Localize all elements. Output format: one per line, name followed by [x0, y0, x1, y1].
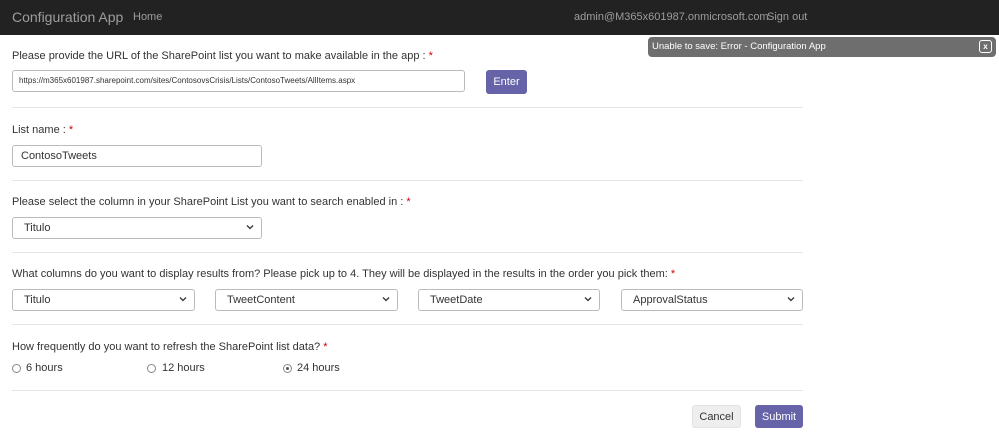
cancel-button[interactable]: Cancel	[692, 405, 741, 428]
search-column-select[interactable]: Titulo	[12, 217, 262, 239]
radio-label-6-hours[interactable]: 6 hours	[26, 362, 63, 374]
display-column-select-4[interactable]: ApprovalStatus	[621, 289, 803, 311]
url-input[interactable]: https://m365x601987.sharepoint.com/sites…	[12, 70, 465, 92]
error-toast: Unable to save: Error - Configuration Ap…	[648, 37, 996, 57]
nav-home-link[interactable]: Home	[133, 11, 162, 23]
nav-user-link[interactable]: admin@M365x601987.onmicrosoft.com	[574, 11, 769, 23]
divider	[12, 107, 803, 108]
list-name-label: List name : *	[12, 124, 74, 136]
chevron-down-icon	[382, 297, 390, 302]
search-column-label: Please select the column in your SharePo…	[12, 196, 411, 208]
divider	[12, 390, 803, 391]
select-value: TweetDate	[430, 294, 483, 306]
divider	[12, 324, 803, 325]
display-column-select-2[interactable]: TweetContent	[215, 289, 398, 311]
submit-button[interactable]: Submit	[755, 405, 803, 428]
url-label: Please provide the URL of the SharePoint…	[12, 50, 433, 62]
radio-24-hours[interactable]	[283, 364, 292, 373]
nav-signout-link[interactable]: Sign out	[767, 11, 807, 23]
chevron-down-icon	[246, 225, 254, 230]
chevron-down-icon	[179, 297, 187, 302]
radio-6-hours[interactable]	[12, 364, 21, 373]
required-marker: *	[670, 268, 676, 280]
display-column-select-3[interactable]: TweetDate	[418, 289, 600, 311]
list-name-input[interactable]: ContosoTweets	[12, 145, 262, 167]
radio-label-12-hours[interactable]: 12 hours	[162, 362, 205, 374]
radio-12-hours[interactable]	[147, 364, 156, 373]
required-marker: *	[428, 50, 433, 62]
display-column-select-1[interactable]: Titulo	[12, 289, 195, 311]
radio-label-24-hours[interactable]: 24 hours	[297, 362, 340, 374]
app-brand[interactable]: Configuration App	[12, 9, 123, 25]
chevron-down-icon	[584, 297, 592, 302]
select-value: ApprovalStatus	[633, 294, 708, 306]
select-value: Titulo	[24, 222, 51, 234]
required-marker: *	[406, 196, 411, 208]
select-value: Titulo	[24, 294, 51, 306]
display-columns-label: What columns do you want to display resu…	[12, 268, 676, 280]
required-marker: *	[323, 341, 328, 353]
divider	[12, 180, 803, 181]
enter-button[interactable]: Enter	[486, 70, 527, 94]
refresh-label: How frequently do you want to refresh th…	[12, 341, 328, 353]
toast-message: Unable to save: Error - Configuration Ap…	[652, 41, 826, 52]
chevron-down-icon	[787, 297, 795, 302]
close-icon[interactable]: x	[979, 40, 992, 53]
select-value: TweetContent	[227, 294, 295, 306]
divider	[12, 252, 803, 253]
navbar: Configuration App Home admin@M365x601987…	[0, 0, 999, 35]
required-marker: *	[68, 124, 74, 136]
